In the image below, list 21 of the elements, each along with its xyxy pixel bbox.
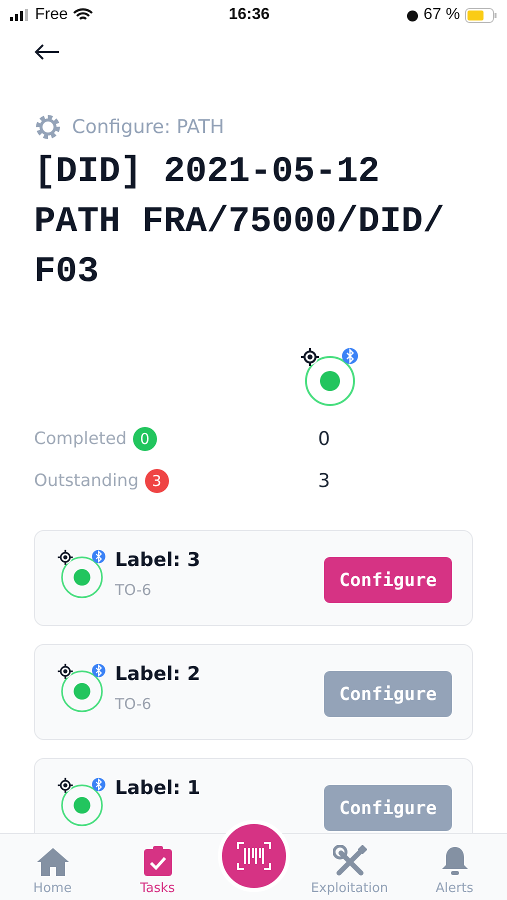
tab-bar-item[interactable]: Exploitation [304, 845, 394, 896]
tab-bar-item[interactable]: Tasks [112, 845, 202, 896]
count-badge: 3 [144, 469, 169, 493]
label-code: TO-6 [115, 581, 152, 599]
page-subtitle: Configure: PATH [72, 116, 224, 138]
stat-label: Completed [34, 429, 127, 449]
label-title: Label: 1 [115, 777, 202, 799]
stat-label: Outstanding [34, 471, 139, 491]
clock-time: 16:36 [228, 6, 270, 24]
label-code: TO-6 [115, 695, 152, 713]
count-badge: 0 [132, 427, 157, 451]
label-title: Label: 3 [115, 549, 202, 571]
carrier-name: Free [35, 6, 68, 24]
battery-percentage: 67 % [424, 6, 460, 24]
page-title: [DID] 2021-05-12 PATH FRA/75000/DID/ F03 [34, 150, 446, 294]
configure-button[interactable]: Configure [324, 557, 452, 603]
stat-value: 3 [316, 470, 332, 492]
tab-bar-item[interactable]: Home [8, 847, 98, 896]
tab-bar-item[interactable]: Alerts [410, 845, 500, 896]
label-title: Label: 2 [115, 663, 202, 685]
stat-value: 0 [316, 428, 332, 450]
